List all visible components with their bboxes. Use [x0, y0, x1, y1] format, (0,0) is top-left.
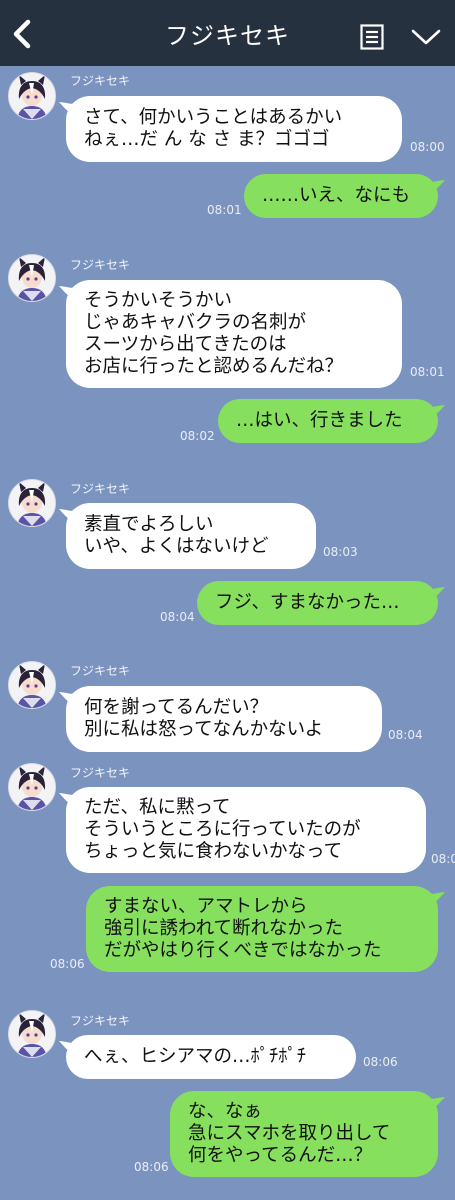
sender-name: フジキセキ: [70, 664, 131, 678]
message-time: 08:01: [410, 365, 445, 379]
message-time: 08:05: [431, 852, 455, 866]
message-bubble[interactable]: さて、何かいうことはあるかい ねぇ…だ ん な さ ま？ゴゴゴ: [66, 96, 402, 162]
message-time: 08:04: [388, 728, 423, 742]
character-portrait-icon: [17, 257, 47, 301]
chevron-down-icon[interactable]: [410, 28, 442, 46]
message-time: 08:04: [160, 610, 195, 624]
message-time: 08:06: [134, 1160, 169, 1174]
message-time: 08:02: [180, 429, 215, 443]
avatar[interactable]: [8, 479, 56, 527]
message-bubble[interactable]: 素直でよろしい いや、よくはないけど: [66, 503, 316, 569]
message-time: 08:03: [323, 545, 358, 559]
avatar[interactable]: [8, 1010, 56, 1058]
sender-name: フジキセキ: [70, 74, 131, 88]
character-portrait-icon: [17, 482, 47, 526]
message-time: 08:00: [410, 140, 445, 154]
message-bubble[interactable]: すまない、アマトレから 強引に誘われて断れなかった だがやはり行くべきではなかっ…: [86, 886, 438, 972]
avatar[interactable]: [8, 254, 56, 302]
avatar[interactable]: [8, 661, 56, 709]
note-list-icon[interactable]: [360, 24, 384, 50]
character-portrait-icon: [17, 1013, 47, 1057]
character-portrait-icon: [17, 766, 47, 810]
sender-name: フジキセキ: [70, 1014, 131, 1028]
message-bubble[interactable]: ……いえ、なにも: [244, 174, 438, 218]
message-bubble[interactable]: フジ、すまなかった…: [197, 581, 438, 625]
character-portrait-icon: [17, 664, 47, 708]
avatar[interactable]: [8, 763, 56, 811]
chat-header: フジキセキ: [0, 0, 455, 66]
message-bubble[interactable]: …はい、行きました: [218, 399, 438, 443]
message-bubble[interactable]: な、なぁ 急にスマホを取り出して 何をやってるんだ…？: [170, 1091, 438, 1177]
sender-name: フジキセキ: [70, 482, 131, 496]
message-bubble[interactable]: 何を謝ってるんだい？ 別に私は怒ってなんかないよ: [66, 686, 382, 752]
chat-title: フジキセキ: [165, 22, 290, 50]
message-time: 08:01: [207, 203, 242, 217]
avatar[interactable]: [8, 72, 56, 120]
sender-name: フジキセキ: [70, 258, 131, 272]
message-time: 08:06: [363, 1055, 398, 1069]
character-portrait-icon: [17, 75, 47, 119]
message-bubble[interactable]: ただ、私に黙って そういうところに行っていたのが ちょっと気に食わないかなって: [66, 787, 426, 873]
message-bubble[interactable]: そうかいそうかい じゃあキャバクラの名刺が スーツから出てきたのは お店に行った…: [66, 280, 402, 388]
message-time: 08:06: [50, 957, 85, 971]
sender-name: フジキセキ: [70, 766, 131, 780]
message-bubble[interactable]: へぇ、ヒシアマの…ﾎﾟﾁﾎﾟﾁ: [66, 1035, 356, 1079]
